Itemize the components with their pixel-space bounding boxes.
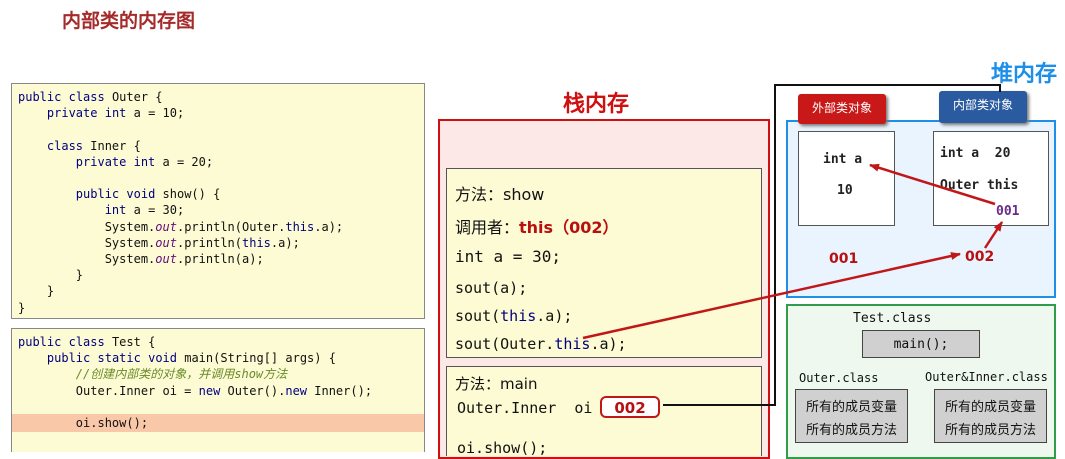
outer-field: int a	[823, 152, 863, 167]
code-line: private int a = 10;	[46, 106, 185, 121]
inner-address: 002	[965, 249, 995, 265]
test-class-code: public class Test { public static void m…	[11, 328, 425, 452]
inner-outer-ref: 001	[996, 204, 1020, 219]
heap-label: 堆内存	[991, 62, 1058, 87]
code-line: class Inner {	[46, 138, 141, 153]
code-line: int a = 30;	[104, 203, 185, 218]
show-frame-line2: sout(this.a);	[455, 307, 573, 325]
inner-members-methods: 所有的成员方法	[944, 423, 1036, 438]
test-code-text: public class Test { public static void m…	[12, 329, 424, 431]
stack-label: 栈内存	[563, 92, 630, 117]
code-line: }	[18, 284, 55, 299]
show-frame-method: 方法：show	[455, 185, 545, 204]
code-line: public static void main(String[] args) {	[46, 351, 336, 366]
outer-members-vars: 所有的成员变量	[805, 400, 897, 415]
page-title: 内部类的内存图	[62, 10, 196, 32]
outer-class-members: 所有的成员变量 所有的成员方法	[795, 389, 908, 443]
outer-members-methods: 所有的成员方法	[805, 423, 897, 438]
inner-field: int a 20	[940, 146, 1011, 161]
main-frame-ref: 002	[600, 396, 660, 418]
main-frame-method: 方法：main	[455, 375, 538, 393]
show-frame-caller: 调用者：this（002）	[455, 214, 618, 238]
inner-members-vars: 所有的成员变量	[944, 400, 1036, 415]
code-line: public class Test {	[18, 335, 156, 349]
code-line: System.out.println(Outer.this.a);	[18, 219, 344, 234]
show-frame-line1: sout(a);	[455, 279, 528, 297]
code-line: public void show() {	[75, 187, 221, 202]
inner-class-label: Outer&Inner.class	[925, 370, 1048, 384]
code-line: System.out.println(this.a);	[18, 235, 300, 250]
show-frame-line3: sout(Outer.this.a);	[455, 335, 627, 353]
outer-object-badge: 外部类对象	[798, 94, 886, 124]
outer-object: int a 10	[798, 131, 895, 226]
main-frame-var: Outer.Inner oi	[457, 399, 593, 417]
test-class-label: Test.class	[853, 311, 932, 326]
show-method-frame: 方法：show 调用者：this（002） int a = 30; sout(a…	[446, 168, 762, 358]
code-line: Outer.Inner oi = new Outer().new Inner()…	[18, 383, 373, 398]
main-frame-call: oi.show();	[457, 439, 548, 457]
code-line: public class Outer {	[18, 90, 163, 104]
inner-class-members: 所有的成员变量 所有的成员方法	[934, 389, 1047, 443]
code-line: }	[18, 300, 26, 315]
inner-object-badge: 内部类对象	[939, 91, 1027, 123]
code-line: System.out.println(a);	[18, 252, 264, 267]
outer-class-code: public class Outer { private int a = 10;…	[11, 83, 425, 319]
outer-field-value: 10	[837, 183, 853, 198]
show-frame-local: int a = 30;	[455, 247, 561, 266]
caller-value: this（002）	[519, 218, 619, 237]
inner-outer-ref-label: Outer this	[940, 178, 1019, 193]
inner-object: int a 20 Outer this 001	[933, 131, 1049, 226]
code-line: }	[18, 268, 84, 283]
outer-code-text: public class Outer { private int a = 10;…	[12, 84, 424, 316]
code-line: private int a = 20;	[75, 154, 214, 169]
main-method-box: main();	[862, 330, 980, 358]
outer-address: 001	[829, 251, 859, 267]
caller-prefix: 调用者：	[455, 218, 520, 237]
main-method-frame: 方法：main Outer.Inner oi 002 oi.show();	[446, 366, 762, 457]
code-line: //创建内部类的对象，并调用show方法	[18, 367, 288, 382]
code-line: oi.show();	[18, 416, 149, 431]
outer-class-label: Outer.class	[799, 371, 879, 385]
